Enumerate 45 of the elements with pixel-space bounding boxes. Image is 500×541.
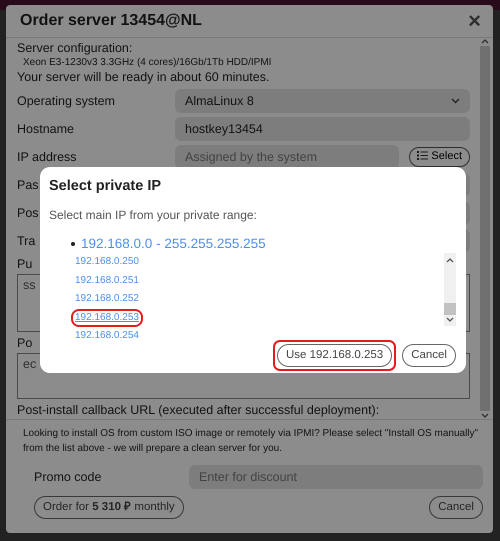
scroll-down-icon[interactable] xyxy=(446,316,454,323)
chevron-icon xyxy=(451,98,460,104)
scroll-down-icon[interactable] xyxy=(481,413,489,419)
dialog-title: Order server 13454@NL xyxy=(20,10,202,31)
use-button[interactable]: Use 192.168.0.253 xyxy=(276,344,392,367)
field-label: Pos xyxy=(17,206,39,220)
text-value: ec xyxy=(23,357,36,371)
close-button[interactable]: × xyxy=(468,10,481,32)
ip-link[interactable]: 192.168.0.254 xyxy=(71,327,143,346)
select-field[interactable]: AlmaLinux 8 xyxy=(175,89,470,113)
scroll-thumb[interactable] xyxy=(444,302,456,315)
scrollbar[interactable] xyxy=(444,252,456,326)
input-field[interactable]: Assigned by the system xyxy=(175,145,400,169)
promo-field[interactable]: Enter for discount xyxy=(189,465,483,489)
input-field[interactable]: hostkey13454 xyxy=(175,117,470,141)
select-value: AlmaLinux 8 xyxy=(185,94,254,108)
ip-link[interactable]: 192.168.0.250 xyxy=(71,252,143,272)
scroll-up-icon[interactable] xyxy=(481,38,489,44)
prompt-text: Select main IP from your private range: xyxy=(49,208,258,224)
order-button[interactable]: Order for 5 310 ₽ monthly xyxy=(34,496,184,519)
select-button[interactable]: Select xyxy=(409,147,470,167)
field-label: Post-install callback URL (executed after successful deployment): xyxy=(17,403,380,417)
field-label: Tra xyxy=(17,234,36,248)
ready-note: Your server will be ready in about 60 minutes. xyxy=(17,70,270,85)
dialog-title: Select private IP xyxy=(49,177,162,196)
field-label: Operating system xyxy=(17,94,115,108)
info-text: Looking to install OS from custom ISO image or remotely via IPMI? Please select "Install OS manually" from the list above - we will prepare a clean server for you. xyxy=(23,427,480,456)
ip-link[interactable]: 192.168.0.253 xyxy=(71,308,143,328)
config-text: Xeon E3-1230v3 3.3GHz (4 cores)/16Gb/1Tb HDD/IPMI xyxy=(23,57,272,69)
config-label: Server configuration: xyxy=(17,41,134,56)
bullet-icon xyxy=(71,242,75,246)
field-label: IP address xyxy=(17,150,77,164)
field-label: Hostname xyxy=(17,122,74,136)
scroll-up-icon[interactable] xyxy=(446,256,454,263)
field-label: Promo code xyxy=(34,470,102,484)
list-icon xyxy=(417,151,428,160)
range-link[interactable]: 192.168.0.0 - 255.255.255.255 xyxy=(81,235,266,253)
cancel-button[interactable]: Cancel xyxy=(429,496,483,519)
field-label: Pas xyxy=(17,178,39,192)
ip-link[interactable]: 192.168.0.252 xyxy=(71,290,143,309)
ip-link[interactable]: 192.168.0.251 xyxy=(71,272,143,290)
text-value: ss xyxy=(23,278,36,292)
cancel-button[interactable]: Cancel xyxy=(402,344,456,367)
field-label: Pu xyxy=(17,257,32,271)
field-label: Po xyxy=(17,336,32,350)
